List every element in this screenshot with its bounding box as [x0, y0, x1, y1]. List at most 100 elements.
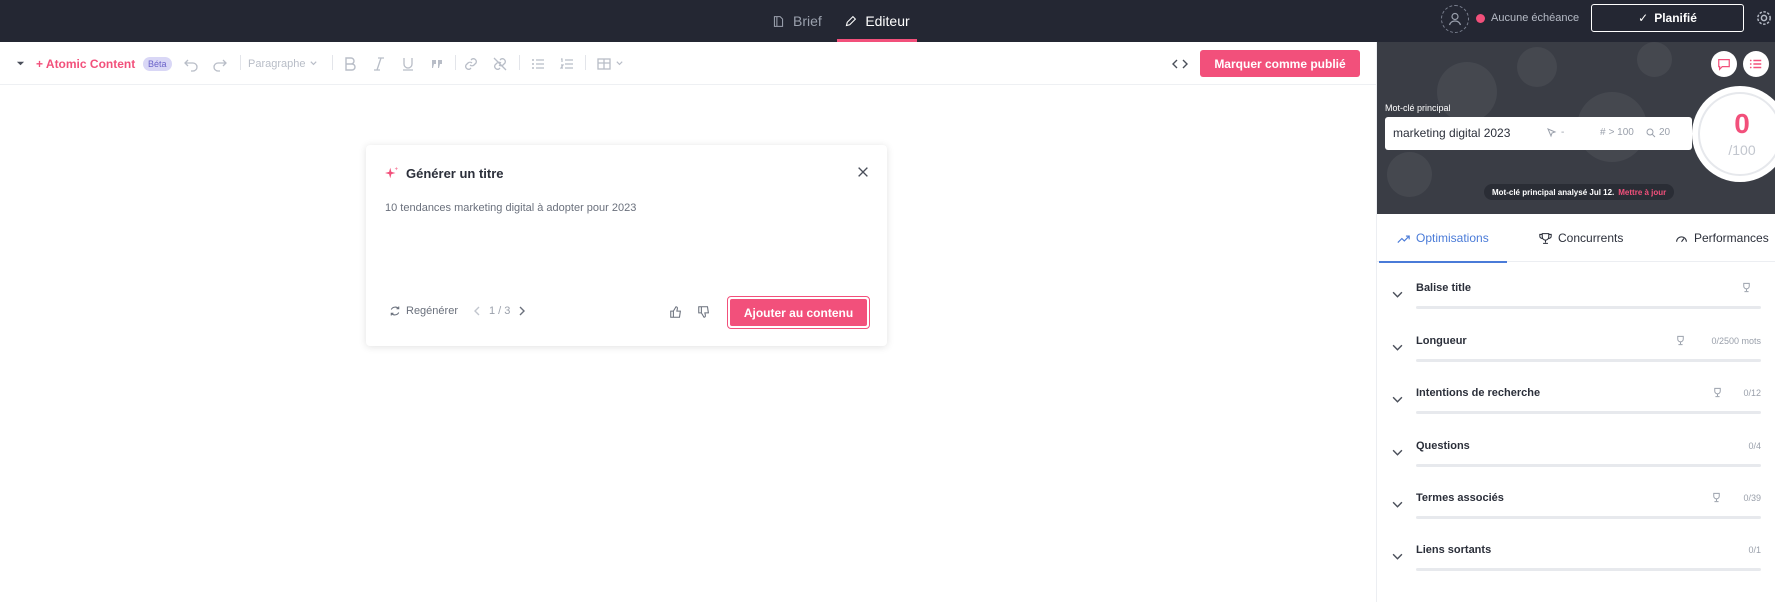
section-count: 0/1 [1748, 545, 1761, 555]
link-button[interactable] [463, 42, 479, 85]
background-bubble [1437, 62, 1497, 122]
close-icon[interactable] [856, 165, 870, 179]
generate-title-card: Générer un titre 10 tendances marketing … [366, 145, 887, 346]
panel-tabs: Optimisations Concurrents Performances [1377, 214, 1775, 263]
section-title: Longueur [1416, 335, 1467, 347]
tab-performances-label: Performances [1694, 231, 1769, 245]
section-longueur[interactable]: Longueur 0/2500 mots [1377, 324, 1775, 370]
comments-button[interactable] [1711, 51, 1737, 77]
deadline-status-dot [1476, 13, 1485, 23]
atomic-content-label: + Atomic Content [36, 56, 136, 71]
numbered-list-icon [559, 57, 573, 69]
numbered-list-button[interactable] [559, 42, 575, 85]
chevron-down-icon [1392, 291, 1403, 298]
section-balise-title[interactable]: Balise title [1377, 271, 1775, 317]
pager-text: 1 / 3 [489, 305, 511, 317]
add-to-content-label: Ajouter au contenu [730, 299, 867, 326]
trophy-icon [1714, 387, 1721, 398]
beta-badge: Béta [143, 42, 172, 85]
seo-score-gauge: 0 /100 [1692, 86, 1775, 182]
results-value: 20 [1659, 127, 1671, 138]
bold-button[interactable] [342, 42, 358, 85]
tab-editeur-label: Editeur [865, 13, 910, 29]
tab-performances[interactable]: Performances [1675, 214, 1769, 262]
section-count: 0/39 [1743, 493, 1761, 503]
search-icon [1646, 128, 1656, 137]
section-title: Intentions de recherche [1416, 387, 1541, 399]
regenerate-button[interactable]: Regénérer [389, 305, 458, 317]
section-count: 0/4 [1748, 441, 1761, 451]
add-to-content-button[interactable]: Ajouter au contenu [727, 296, 870, 329]
score-value: 0 [1734, 108, 1750, 139]
section-intentions[interactable]: Intentions de recherche 0/12 [1377, 376, 1775, 422]
table-button[interactable] [596, 42, 624, 85]
section-questions[interactable]: Questions 0/4 [1377, 429, 1775, 475]
check-icon: ✓ [1638, 11, 1649, 25]
editor-toolbar: + Atomic Content Béta Paragraphe [0, 42, 1376, 85]
underline-button[interactable] [400, 42, 416, 85]
tab-optimisations[interactable]: Optimisations [1379, 214, 1507, 263]
chevron-down-icon [1392, 396, 1403, 403]
toolbar-divider [240, 55, 241, 70]
analysis-status-text: Mot-clé principal analysé Jul 12. [1492, 187, 1615, 197]
chevron-right-icon[interactable] [518, 306, 526, 316]
seo-panel: Mot-clé principal marketing digital 2023… [1376, 42, 1775, 602]
tab-concurrents[interactable]: Concurrents [1539, 214, 1623, 262]
tab-optimisations-label: Optimisations [1416, 231, 1489, 245]
paragraph-style-select[interactable]: Paragraphe [248, 42, 318, 85]
chevron-down-icon [616, 61, 623, 66]
status-button[interactable]: ✓ Planifié [1591, 4, 1744, 32]
section-liens-sortants[interactable]: Liens sortants 0/1 [1377, 533, 1775, 579]
undo-icon [184, 59, 198, 72]
italic-button[interactable] [371, 42, 387, 85]
keyword-value: marketing digital 2023 [1393, 126, 1511, 140]
section-progress [1416, 568, 1761, 571]
top-bar: Brief Editeur Aucune échéance ✓ Planifié [0, 0, 1775, 42]
volume-metric: # > 100 [1600, 127, 1634, 138]
mark-published-button[interactable]: Marquer comme publié [1200, 50, 1360, 77]
tab-editeur[interactable]: Editeur [837, 0, 917, 42]
thumbs-up-icon[interactable] [669, 305, 683, 319]
section-termes-associes[interactable]: Termes associés 0/39 [1377, 481, 1775, 527]
toolbar-divider [519, 55, 520, 70]
sparkle-icon [385, 166, 399, 179]
generated-title-text[interactable]: 10 tendances marketing digital à adopter… [385, 202, 636, 214]
keyword-header: Mot-clé principal marketing digital 2023… [1377, 42, 1775, 214]
score-max: /100 [1728, 142, 1756, 158]
keyword-label: Mot-clé principal [1385, 103, 1451, 113]
assign-user-button[interactable] [1441, 5, 1469, 33]
trophy-icon [1713, 492, 1720, 503]
chevron-left-icon[interactable] [473, 306, 481, 316]
toolbar-divider [332, 55, 333, 70]
section-progress [1416, 464, 1761, 467]
quote-icon [432, 59, 442, 68]
chevron-down-icon [309, 61, 317, 66]
cpc-value: - [1561, 127, 1565, 138]
deadline-selector[interactable]: Aucune échéance [1476, 11, 1579, 25]
underline-icon [403, 57, 413, 71]
bullet-list-button[interactable] [530, 42, 546, 85]
regenerate-label: Regénérer [406, 305, 458, 317]
gear-icon[interactable] [1755, 9, 1773, 27]
redo-button[interactable] [212, 42, 228, 85]
mark-published-label: Marquer comme publié [1214, 56, 1346, 71]
atomic-content-button[interactable]: + Atomic Content [36, 42, 135, 85]
trophy-icon [1677, 335, 1684, 346]
update-link[interactable]: Mettre à jour [1618, 188, 1666, 197]
table-icon [597, 57, 611, 70]
undo-button[interactable] [183, 42, 199, 85]
tab-brief[interactable]: Brief [772, 0, 822, 42]
quote-button[interactable] [429, 42, 445, 85]
bullet-list-icon [532, 58, 544, 69]
section-title: Liens sortants [1416, 544, 1492, 556]
redo-icon [213, 59, 227, 72]
thumbs-down-icon[interactable] [697, 305, 711, 319]
trophy-icon [1539, 232, 1552, 244]
collapse-toggle[interactable] [16, 42, 25, 85]
outline-button[interactable] [1743, 51, 1769, 77]
keyword-field[interactable]: marketing digital 2023 - # > 100 20 [1385, 117, 1692, 150]
generate-title-heading: Générer un titre [406, 166, 504, 181]
results-metric: 20 [1646, 127, 1670, 138]
code-view-icon[interactable] [1172, 56, 1188, 72]
unlink-button[interactable] [492, 42, 508, 85]
